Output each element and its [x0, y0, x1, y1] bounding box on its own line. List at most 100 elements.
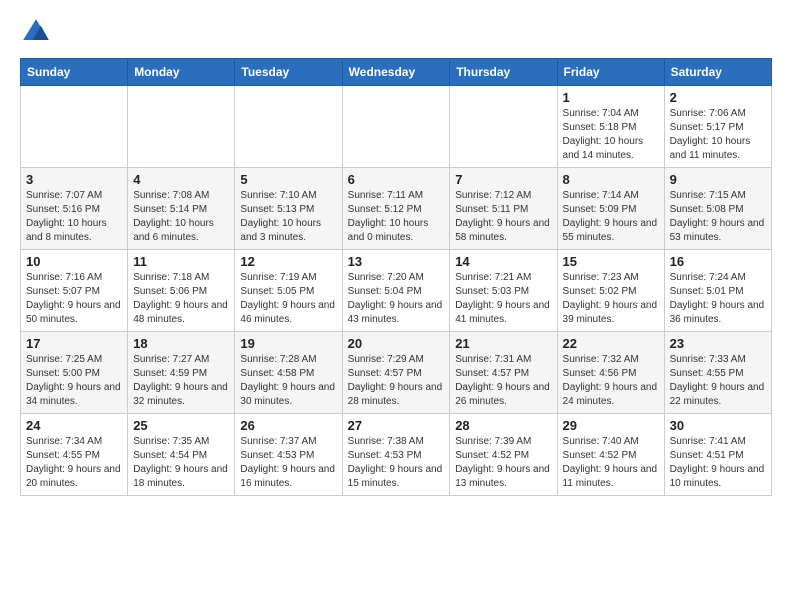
calendar-header-saturday: Saturday: [664, 59, 771, 86]
day-number: 20: [348, 336, 445, 351]
day-info: Sunrise: 7:19 AM Sunset: 5:05 PM Dayligh…: [240, 271, 336, 327]
calendar-cell: 14 Sunrise: 7:21 AM Sunset: 5:03 PM Dayli…: [450, 250, 557, 332]
calendar-cell: 8 Sunrise: 7:14 AM Sunset: 5:09 PM Daylig…: [557, 168, 664, 250]
day-number: 4: [133, 172, 229, 187]
calendar-cell: 30Sunrise: 7:41 AM Sunset: 4:51 PM Dayli…: [664, 414, 771, 496]
calendar-cell: 2 Sunrise: 7:06 AM Sunset: 5:17 PM Daylig…: [664, 86, 771, 168]
day-number: 13: [348, 254, 445, 269]
day-number: 29: [563, 418, 659, 433]
day-info: Sunrise: 7:14 AM Sunset: 5:09 PM Dayligh…: [563, 189, 659, 245]
day-number: 18: [133, 336, 229, 351]
calendar-cell: 20Sunrise: 7:29 AM Sunset: 4:57 PM Dayli…: [342, 332, 450, 414]
day-number: 9: [670, 172, 766, 187]
day-number: 1: [563, 90, 659, 105]
calendar-cell: [450, 86, 557, 168]
calendar-week-4: 17 Sunrise: 7:25 AM Sunset: 5:00 PM Dayli…: [21, 332, 772, 414]
day-number: 15: [563, 254, 659, 269]
calendar-cell: 5 Sunrise: 7:10 AM Sunset: 5:13 PM Daylig…: [235, 168, 342, 250]
day-number: 27: [348, 418, 445, 433]
day-info: Sunrise: 7:08 AM Sunset: 5:14 PM Dayligh…: [133, 189, 229, 245]
calendar-cell: 19Sunrise: 7:28 AM Sunset: 4:58 PM Dayli…: [235, 332, 342, 414]
day-info: Sunrise: 7:34 AM Sunset: 4:55 PM Dayligh…: [26, 435, 122, 491]
day-number: 14: [455, 254, 551, 269]
day-number: 5: [240, 172, 336, 187]
calendar-cell: 29 Sunrise: 7:40 AM Sunset: 4:52 PM Dayli…: [557, 414, 664, 496]
day-info: Sunrise: 7:11 AM Sunset: 5:12 PM Dayligh…: [348, 189, 445, 245]
day-info: Sunrise: 7:12 AM Sunset: 5:11 PM Dayligh…: [455, 189, 551, 245]
calendar-cell: 22 Sunrise: 7:32 AM Sunset: 4:56 PM Dayli…: [557, 332, 664, 414]
day-number: 2: [670, 90, 766, 105]
calendar-cell: 9 Sunrise: 7:15 AM Sunset: 5:08 PM Daylig…: [664, 168, 771, 250]
calendar-header-wednesday: Wednesday: [342, 59, 450, 86]
calendar-cell: [128, 86, 235, 168]
calendar-cell: 23 Sunrise: 7:33 AM Sunset: 4:55 PM Dayli…: [664, 332, 771, 414]
day-number: 22: [563, 336, 659, 351]
calendar-cell: 16 Sunrise: 7:24 AM Sunset: 5:01 PM Dayli…: [664, 250, 771, 332]
day-number: 16: [670, 254, 766, 269]
calendar-header-friday: Friday: [557, 59, 664, 86]
day-number: 10: [26, 254, 122, 269]
day-info: Sunrise: 7:40 AM Sunset: 4:52 PM Dayligh…: [563, 435, 659, 491]
day-number: 26: [240, 418, 336, 433]
day-info: Sunrise: 7:21 AM Sunset: 5:03 PM Dayligh…: [455, 271, 551, 327]
day-number: 30: [670, 418, 766, 433]
day-info: Sunrise: 7:25 AM Sunset: 5:00 PM Dayligh…: [26, 353, 122, 409]
calendar-cell: 6Sunrise: 7:11 AM Sunset: 5:12 PM Daylig…: [342, 168, 450, 250]
day-number: 11: [133, 254, 229, 269]
logo-icon: [20, 16, 52, 48]
day-info: Sunrise: 7:06 AM Sunset: 5:17 PM Dayligh…: [670, 107, 766, 163]
calendar-header-row: SundayMondayTuesdayWednesdayThursdayFrid…: [21, 59, 772, 86]
calendar-week-1: 1 Sunrise: 7:04 AM Sunset: 5:18 PM Daylig…: [21, 86, 772, 168]
logo: [20, 16, 56, 48]
calendar-cell: 11 Sunrise: 7:18 AM Sunset: 5:06 PM Dayli…: [128, 250, 235, 332]
day-info: Sunrise: 7:38 AM Sunset: 4:53 PM Dayligh…: [348, 435, 445, 491]
calendar-cell: 10 Sunrise: 7:16 AM Sunset: 5:07 PM Dayli…: [21, 250, 128, 332]
calendar-header-sunday: Sunday: [21, 59, 128, 86]
day-info: Sunrise: 7:32 AM Sunset: 4:56 PM Dayligh…: [563, 353, 659, 409]
day-number: 28: [455, 418, 551, 433]
day-info: Sunrise: 7:27 AM Sunset: 4:59 PM Dayligh…: [133, 353, 229, 409]
day-info: Sunrise: 7:24 AM Sunset: 5:01 PM Dayligh…: [670, 271, 766, 327]
day-info: Sunrise: 7:15 AM Sunset: 5:08 PM Dayligh…: [670, 189, 766, 245]
day-info: Sunrise: 7:39 AM Sunset: 4:52 PM Dayligh…: [455, 435, 551, 491]
calendar-cell: [21, 86, 128, 168]
calendar-cell: 28 Sunrise: 7:39 AM Sunset: 4:52 PM Dayli…: [450, 414, 557, 496]
day-info: Sunrise: 7:20 AM Sunset: 5:04 PM Dayligh…: [348, 271, 445, 327]
day-info: Sunrise: 7:10 AM Sunset: 5:13 PM Dayligh…: [240, 189, 336, 245]
day-info: Sunrise: 7:35 AM Sunset: 4:54 PM Dayligh…: [133, 435, 229, 491]
calendar-week-3: 10 Sunrise: 7:16 AM Sunset: 5:07 PM Dayli…: [21, 250, 772, 332]
day-number: 12: [240, 254, 336, 269]
day-number: 8: [563, 172, 659, 187]
day-number: 24: [26, 418, 122, 433]
calendar-cell: 3Sunrise: 7:07 AM Sunset: 5:16 PM Daylig…: [21, 168, 128, 250]
day-info: Sunrise: 7:23 AM Sunset: 5:02 PM Dayligh…: [563, 271, 659, 327]
day-info: Sunrise: 7:18 AM Sunset: 5:06 PM Dayligh…: [133, 271, 229, 327]
calendar-table: SundayMondayTuesdayWednesdayThursdayFrid…: [20, 58, 772, 496]
calendar-cell: 13 Sunrise: 7:20 AM Sunset: 5:04 PM Dayli…: [342, 250, 450, 332]
calendar-cell: 4 Sunrise: 7:08 AM Sunset: 5:14 PM Daylig…: [128, 168, 235, 250]
day-info: Sunrise: 7:16 AM Sunset: 5:07 PM Dayligh…: [26, 271, 122, 327]
day-number: 17: [26, 336, 122, 351]
calendar-cell: 27 Sunrise: 7:38 AM Sunset: 4:53 PM Dayli…: [342, 414, 450, 496]
calendar-cell: 21Sunrise: 7:31 AM Sunset: 4:57 PM Dayli…: [450, 332, 557, 414]
day-info: Sunrise: 7:07 AM Sunset: 5:16 PM Dayligh…: [26, 189, 122, 245]
calendar-header-thursday: Thursday: [450, 59, 557, 86]
calendar-cell: 12 Sunrise: 7:19 AM Sunset: 5:05 PM Dayli…: [235, 250, 342, 332]
day-info: Sunrise: 7:04 AM Sunset: 5:18 PM Dayligh…: [563, 107, 659, 163]
day-info: Sunrise: 7:33 AM Sunset: 4:55 PM Dayligh…: [670, 353, 766, 409]
calendar-cell: 25 Sunrise: 7:35 AM Sunset: 4:54 PM Dayli…: [128, 414, 235, 496]
calendar-header-monday: Monday: [128, 59, 235, 86]
day-info: Sunrise: 7:28 AM Sunset: 4:58 PM Dayligh…: [240, 353, 336, 409]
page-header: [20, 16, 772, 48]
calendar-header-tuesday: Tuesday: [235, 59, 342, 86]
calendar-cell: [342, 86, 450, 168]
calendar-cell: 17 Sunrise: 7:25 AM Sunset: 5:00 PM Dayli…: [21, 332, 128, 414]
calendar-cell: 15 Sunrise: 7:23 AM Sunset: 5:02 PM Dayli…: [557, 250, 664, 332]
calendar-cell: [235, 86, 342, 168]
page-container: SundayMondayTuesdayWednesdayThursdayFrid…: [0, 0, 792, 506]
calendar-cell: 26Sunrise: 7:37 AM Sunset: 4:53 PM Dayli…: [235, 414, 342, 496]
day-number: 25: [133, 418, 229, 433]
calendar-week-5: 24 Sunrise: 7:34 AM Sunset: 4:55 PM Dayli…: [21, 414, 772, 496]
calendar-cell: 7Sunrise: 7:12 AM Sunset: 5:11 PM Daylig…: [450, 168, 557, 250]
day-number: 23: [670, 336, 766, 351]
